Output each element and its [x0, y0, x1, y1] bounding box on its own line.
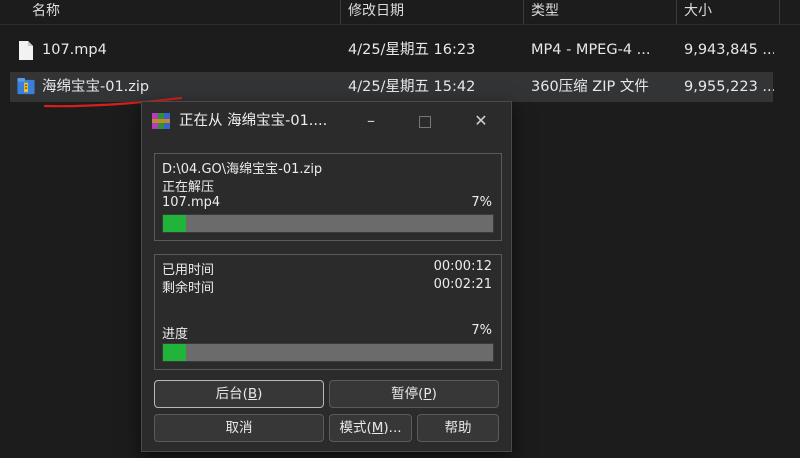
minimize-button[interactable]: – — [343, 102, 399, 140]
file-type: MP4 - MPEG-4 ... — [531, 42, 651, 58]
elapsed-label: 已用时间 — [162, 263, 215, 278]
file-row-zip[interactable]: 海绵宝宝-01.zip 4/25/星期五 15:42 360压缩 ZIP 文件 … — [10, 72, 774, 108]
column-divider[interactable] — [340, 0, 341, 24]
button-label-end: )... — [383, 420, 402, 436]
file-modified: 4/25/星期五 15:42 — [348, 79, 476, 95]
column-header: 名称 修改日期 类型 大小 — [0, 0, 800, 25]
remaining-label: 剩余时间 — [162, 281, 215, 296]
column-type[interactable]: 类型 — [531, 0, 559, 24]
winrar-icon — [152, 113, 170, 129]
button-label: 暂停( — [391, 386, 424, 402]
dialog-titlebar[interactable]: 正在从 海绵宝宝-01.... – ✕ — [142, 102, 511, 140]
button-label-end: ) — [431, 386, 437, 402]
button-hotkey: B — [247, 386, 258, 402]
button-label-end: ) — [257, 386, 263, 402]
total-progress-fill — [163, 344, 187, 361]
column-divider[interactable] — [523, 0, 524, 24]
button-hotkey: M — [371, 420, 384, 436]
button-label: 帮助 — [444, 420, 472, 436]
remaining-value: 00:02:21 — [433, 277, 492, 292]
background-button[interactable]: 后台(B) — [154, 380, 324, 408]
button-label: 后台( — [215, 386, 248, 402]
time-progress-panel: 已用时间 00:00:12 剩余时间 00:02:21 进度 7% — [154, 254, 502, 370]
current-file-name: 107.mp4 — [162, 195, 221, 210]
column-size[interactable]: 大小 — [684, 0, 712, 24]
file-name: 107.mp4 — [42, 42, 107, 58]
dialog-title: 正在从 海绵宝宝-01.... — [179, 113, 328, 129]
file-size: 9,943,845 ... — [684, 42, 774, 58]
extraction-progress-dialog: 正在从 海绵宝宝-01.... – ✕ D:\04.GO\海绵宝宝-01.zip… — [141, 101, 512, 452]
column-modified[interactable]: 修改日期 — [348, 0, 404, 24]
status-text: 正在解压 — [162, 180, 215, 195]
current-file-panel: D:\04.GO\海绵宝宝-01.zip 正在解压 107.mp4 7% — [154, 153, 502, 241]
button-label: 模式( — [339, 420, 372, 436]
close-button[interactable]: ✕ — [453, 102, 509, 140]
file-progress-bar — [162, 214, 494, 233]
maximize-icon — [419, 115, 431, 128]
cancel-button[interactable]: 取消 — [154, 414, 324, 442]
total-percent: 7% — [471, 323, 492, 338]
column-divider[interactable] — [676, 0, 677, 24]
file-modified: 4/25/星期五 16:23 — [348, 42, 476, 58]
winrar-archive-icon — [17, 77, 35, 95]
close-icon: ✕ — [474, 111, 488, 130]
archive-path: D:\04.GO\海绵宝宝-01.zip — [162, 162, 323, 177]
file-row-107-mp4[interactable]: 107.mp4 4/25/星期五 16:23 MP4 - MPEG-4 ... … — [10, 35, 774, 65]
file-type: 360压缩 ZIP 文件 — [531, 79, 649, 95]
progress-label: 进度 — [162, 327, 189, 342]
help-button[interactable]: 帮助 — [417, 414, 499, 442]
document-file-icon — [19, 41, 33, 60]
file-size: 9,955,223 ... — [684, 79, 774, 95]
button-label: 取消 — [225, 420, 253, 436]
pause-button[interactable]: 暂停(P) — [329, 380, 499, 408]
maximize-button[interactable] — [397, 102, 453, 140]
elapsed-value: 00:00:12 — [433, 259, 492, 274]
total-progress-bar — [162, 343, 494, 362]
minimize-icon: – — [367, 111, 375, 130]
file-progress-fill — [163, 215, 187, 232]
button-hotkey: P — [423, 386, 432, 402]
file-percent: 7% — [471, 195, 492, 210]
column-name[interactable]: 名称 — [32, 0, 60, 24]
mode-button[interactable]: 模式(M)... — [329, 414, 412, 442]
column-divider[interactable] — [779, 0, 780, 24]
